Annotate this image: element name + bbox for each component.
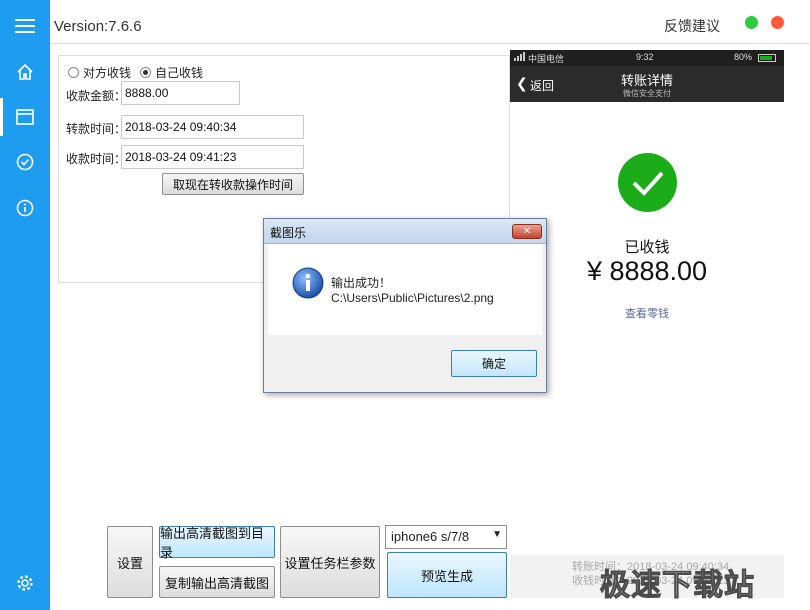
taskbar-params-button[interactable]: 设置任务栏参数 bbox=[280, 526, 380, 598]
amount-label: 收款金额： bbox=[66, 89, 127, 103]
close-button[interactable] bbox=[771, 16, 784, 29]
chevron-down-icon: ▼ bbox=[492, 529, 502, 540]
transfer-time-label: 转款时间： bbox=[66, 122, 127, 136]
battery-percent: 80% bbox=[734, 52, 753, 62]
info-icon[interactable] bbox=[0, 190, 50, 226]
dialog-close-button[interactable]: ✕ bbox=[512, 224, 542, 239]
feedback-link[interactable]: 反馈建议 bbox=[664, 16, 720, 36]
radio-self-receives[interactable]: 自己收钱 bbox=[140, 64, 203, 81]
transfer-time-input[interactable]: 2018-03-24 09:40:34 bbox=[121, 115, 304, 139]
minimize-button[interactable] bbox=[745, 16, 758, 29]
phone-status-bar: 中国电信 9:32 80% bbox=[510, 50, 784, 66]
carrier-label: 中国电信 bbox=[528, 54, 565, 64]
phone-nav-bar: ❮ 返回 转账详情 微信安全支付 bbox=[510, 66, 784, 102]
version-label: Version:7.6.6 bbox=[54, 18, 142, 35]
copy-hd-screenshot-button[interactable]: 复制输出高清截图 bbox=[159, 566, 275, 598]
dialog-title: 截图乐 bbox=[270, 226, 307, 240]
device-select-value: iphone6 s/7/8 bbox=[391, 529, 470, 544]
device-select[interactable]: iphone6 s/7/8 ▼ bbox=[385, 525, 507, 549]
check-icon[interactable] bbox=[0, 144, 50, 180]
received-amount: ¥ 8888.00 bbox=[586, 256, 708, 286]
menu-icon[interactable] bbox=[0, 8, 50, 44]
radio-other-label: 对方收钱 bbox=[83, 66, 132, 80]
battery-icon bbox=[758, 54, 776, 62]
clock-label: 9:32 bbox=[636, 52, 654, 62]
signal-icon bbox=[514, 52, 526, 63]
sidebar bbox=[0, 0, 50, 610]
view-balance-link: 查看零钱 bbox=[625, 308, 669, 320]
radio-circle[interactable] bbox=[68, 67, 79, 78]
received-status: 已收钱 bbox=[624, 239, 670, 256]
gear-icon[interactable] bbox=[0, 565, 50, 601]
dialog-body: 输出成功！ C:\Users\Public\Pictures\2.png bbox=[268, 244, 542, 335]
success-check-icon bbox=[618, 153, 677, 212]
preview-generate-button[interactable]: 预览生成 bbox=[387, 552, 507, 598]
window-icon[interactable] bbox=[0, 99, 50, 135]
radio-self-label: 自己收钱 bbox=[155, 66, 204, 80]
site-watermark: 极速下载站 bbox=[600, 569, 755, 603]
message-dialog: 截图乐 ✕ 输出成功！ C:\Users\Public\Pictures\2.p… bbox=[263, 218, 547, 393]
receive-time-input[interactable]: 2018-03-24 09:41:23 bbox=[121, 145, 304, 169]
amount-input[interactable]: 8888.00 bbox=[121, 81, 240, 105]
title-bar: Version:7.6.6 反馈建议 bbox=[50, 0, 810, 44]
dialog-ok-button[interactable]: 确定 bbox=[451, 350, 537, 377]
home-icon[interactable] bbox=[0, 54, 50, 90]
export-hd-to-folder-button[interactable]: 输出高清截图到目录 bbox=[159, 526, 275, 560]
transfer-detail-title: 转账详情 bbox=[620, 73, 673, 88]
dialog-title-bar: 截图乐 ✕ bbox=[264, 219, 546, 244]
dialog-message: 输出成功！ bbox=[331, 276, 392, 290]
info-icon bbox=[292, 267, 324, 302]
radio-other-receives[interactable]: 对方收钱 bbox=[68, 64, 131, 81]
take-current-time-button[interactable]: 取现在转收款操作时间 bbox=[162, 173, 304, 195]
radio-circle-selected[interactable] bbox=[140, 67, 151, 78]
dialog-file-path: C:\Users\Public\Pictures\2.png bbox=[331, 291, 494, 305]
receive-time-label: 收款时间： bbox=[66, 152, 127, 166]
wechat-pay-subtitle: 微信安全支付 bbox=[623, 89, 671, 98]
settings-button[interactable]: 设置 bbox=[107, 526, 153, 598]
